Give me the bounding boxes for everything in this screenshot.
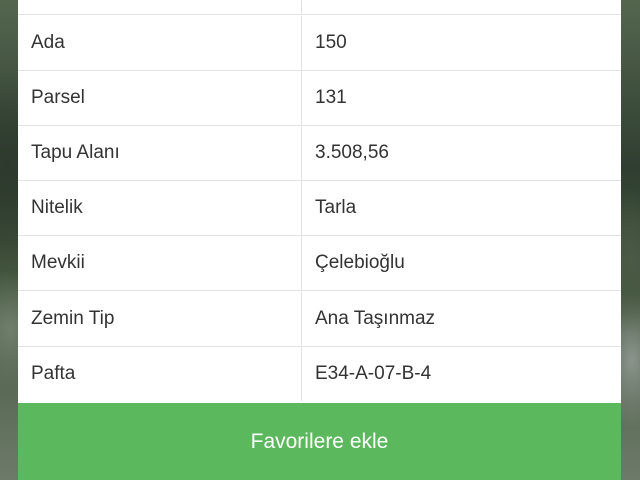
- add-to-favorites-button[interactable]: Favorilere ekle: [18, 403, 621, 480]
- table-row-tapu-alani: Tapu Alanı 3.508,56: [18, 126, 621, 181]
- property-info-panel: Ada 150 Parsel 131 Tapu Alanı 3.508,56 N…: [18, 0, 621, 480]
- row-label: Zemin Tip: [18, 292, 302, 346]
- row-value: E34-A-07-B-4: [315, 363, 432, 384]
- row-label: Mevkii: [18, 236, 302, 290]
- row-label: [18, 0, 302, 14]
- row-value: Çelebioğlu: [315, 252, 405, 273]
- table-row-nitelik: Nitelik Tarla: [18, 181, 621, 236]
- row-label: Parsel: [18, 71, 302, 125]
- row-label: Ada: [18, 16, 302, 70]
- row-label: Tapu Alanı: [18, 126, 302, 180]
- row-value: 3.508,56: [315, 142, 389, 163]
- table-row-mevkii: Mevkii Çelebioğlu: [18, 236, 621, 291]
- row-value: Ana Taşınmaz: [315, 308, 436, 329]
- table-row-zemin-tip: Zemin Tip Ana Taşınmaz: [18, 292, 621, 347]
- table-row-partial: [18, 0, 621, 15]
- row-value: 150: [315, 32, 347, 53]
- row-label: Pafta: [18, 347, 302, 401]
- table-row-parsel: Parsel 131: [18, 71, 621, 126]
- row-value: [303, 0, 621, 14]
- row-label: Nitelik: [18, 181, 302, 235]
- row-value: Tarla: [315, 197, 357, 218]
- table-row-pafta: Pafta E34-A-07-B-4: [18, 347, 621, 402]
- row-value: 131: [315, 87, 347, 108]
- table-row-ada: Ada 150: [18, 16, 621, 71]
